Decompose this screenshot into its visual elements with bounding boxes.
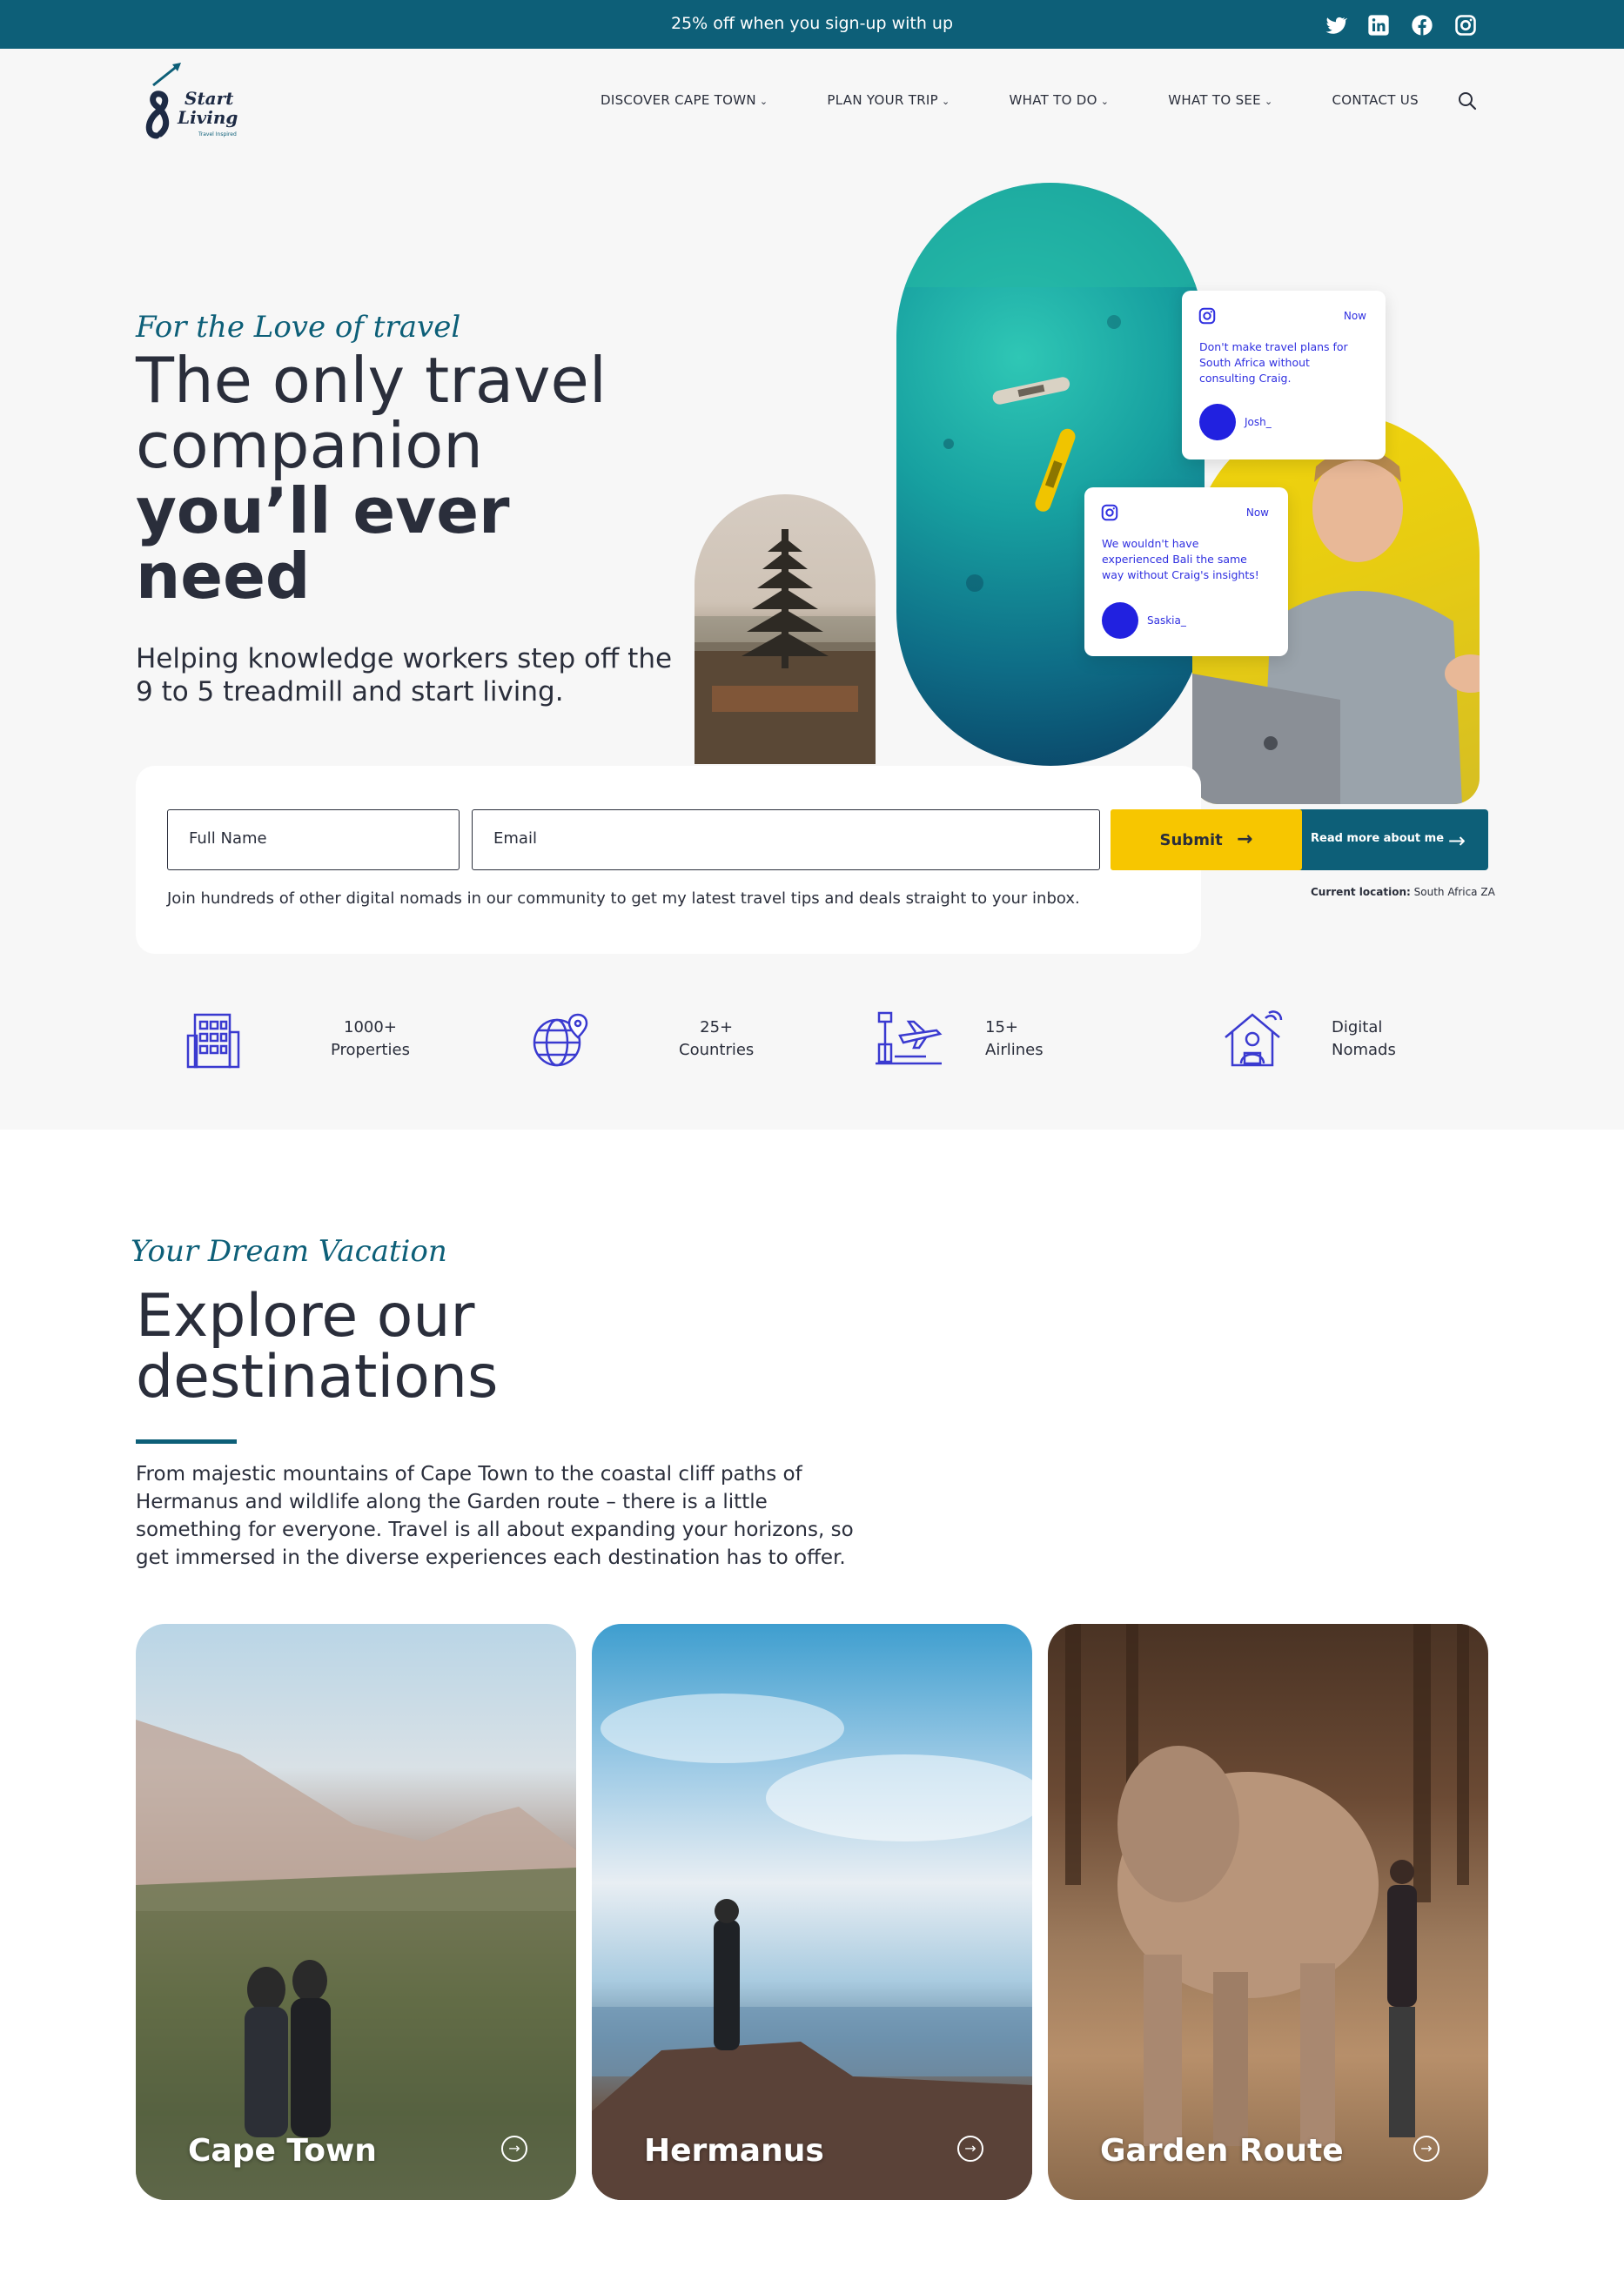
arrow-right-icon: → [1447,828,1466,853]
arrow-circle-right-icon[interactable]: → [1413,2136,1439,2162]
hero-eyebrow: For the Love of travel [136,310,461,345]
building-icon [183,1009,244,1070]
hero-title: The only travel companion you’ll ever ne… [136,348,693,609]
stat-value: 25+ [700,1018,734,1036]
signup-note: Join hundreds of other digital nomads in… [167,889,1080,908]
stat-properties: 1000+ Properties [331,1016,410,1062]
site-header: Start Living Travel Inspired DISCOVER CA… [0,49,1624,155]
location-label: Current location: [1311,886,1411,898]
nav-contact-us[interactable]: CONTACT US [1332,92,1418,108]
stat-label: Airlines [985,1041,1044,1059]
promo-bar: 25% off when you sign-up with up [0,0,1624,49]
card-handle: Josh_ [1245,416,1272,428]
stat-value: Digital [1332,1018,1383,1036]
twitter-icon[interactable] [1323,13,1347,37]
nav-label: DISCOVER CAPE TOWN [601,92,756,108]
full-name-input[interactable]: Full Name [167,809,460,870]
airport-icon [874,1009,943,1070]
instagram-icon [1100,503,1119,522]
instagram-icon [1198,306,1217,325]
destinations-description: From majestic mountains of Cape Town to … [136,1463,854,1569]
nav-what-to-do[interactable]: WHAT TO DO ⌄ [1010,92,1110,108]
ocean-aerial-image [896,183,1205,766]
linkedin-icon[interactable] [1366,13,1391,37]
logo-text-living: Living [177,107,238,128]
destination-name: Cape Town [188,2133,377,2169]
nav-label: WHAT TO DO [1009,92,1097,108]
hero-section: For the Love of travel The only travel c… [0,155,1624,1130]
cape-town-photo [136,1720,576,2200]
search-icon[interactable] [1457,91,1478,111]
arrow-circle-right-icon[interactable]: → [501,2136,527,2162]
chevron-down-icon: ⌄ [1264,96,1273,107]
nav-label: WHAT TO SEE [1168,92,1261,108]
avatar [1102,602,1138,639]
hero-title-line: The only travel [136,344,607,417]
email-input[interactable]: Email [472,809,1100,870]
destinations-title-line: Explore our [136,1282,475,1351]
nav-label: CONTACT US [1332,92,1419,108]
card-message: We wouldn't have experienced Bali the sa… [1102,537,1259,581]
stat-label: Properties [331,1041,410,1059]
pagoda-image [695,494,876,764]
stat-label: Countries [679,1041,755,1059]
card-time: Now [1343,310,1366,322]
social-links [1323,13,1478,37]
main-nav: DISCOVER CAPE TOWN ⌄ PLAN YOUR TRIP ⌄ WHAT… [601,92,1478,108]
logo-text-start: Start [185,88,234,109]
hero-title-line: companion [136,409,483,482]
garden-route-photo [1065,1624,1469,2146]
stat-digital-nomads: Digital Nomads [1332,1016,1396,1062]
stat-label: Nomads [1332,1041,1396,1059]
destinations-title-line: destinations [136,1343,499,1412]
destination-name: Hermanus [644,2133,824,2169]
destination-card-cape-town[interactable]: Cape Town → [136,1624,576,2200]
submit-button[interactable]: Submit → [1111,809,1302,870]
site-logo[interactable]: Start Living Travel Inspired [136,63,249,143]
card-time: Now [1245,506,1269,519]
hero-title-bold: you’ll ever [136,474,510,547]
hermanus-photo [592,1694,1032,2200]
hero-subtitle: Helping knowledge workers step off the 9… [136,643,673,708]
destinations-eyebrow: Your Dream Vacation [131,1234,447,1269]
logo-tagline: Travel Inspired [198,131,237,138]
hero-title-bold: need [136,540,311,613]
instagram-icon[interactable] [1453,13,1478,37]
testimonial-card: Now We wouldn't have experienced Bali th… [1084,487,1288,656]
destinations-title: Explore our destinations [136,1286,498,1408]
destination-card-garden-route[interactable]: Garden Route → [1048,1624,1488,2200]
nav-label: PLAN YOUR TRIP [827,92,938,108]
card-handle: Saskia_ [1147,614,1186,627]
nav-plan-your-trip[interactable]: PLAN YOUR TRIP ⌄ [827,92,950,108]
signup-form: Full Name Email Submit → Join hundreds o… [136,766,1302,954]
avatar [1199,404,1236,440]
facebook-icon[interactable] [1410,13,1434,37]
nav-discover-cape-town[interactable]: DISCOVER CAPE TOWN ⌄ [601,92,768,108]
arrow-right-icon: → [1237,828,1253,850]
globe-pin-icon [529,1009,590,1070]
chevron-down-icon: ⌄ [759,96,768,107]
stat-countries: 25+ Countries [679,1016,754,1062]
stat-value: 1000+ [344,1018,397,1036]
nav-what-to-see[interactable]: WHAT TO SEE ⌄ [1168,92,1272,108]
read-more-label: Read more about me [1311,832,1445,845]
destination-name: Garden Route [1100,2133,1344,2169]
chevron-down-icon: ⌄ [942,96,950,107]
testimonial-card: Now Don't make travel plans for South Af… [1182,291,1386,459]
current-location: Current location: South Africa ZA [1311,886,1495,898]
destination-card-hermanus[interactable]: Hermanus → [592,1624,1032,2200]
location-value: South Africa ZA [1413,886,1495,898]
arrow-circle-right-icon[interactable]: → [957,2136,983,2162]
card-message: Don't make travel plans for South Africa… [1199,340,1348,385]
chevron-down-icon: ⌄ [1100,96,1110,107]
stat-airlines: 15+ Airlines [985,1016,1044,1062]
submit-label: Submit [1159,831,1223,849]
nomad-house-icon [1222,1009,1283,1070]
title-divider [136,1439,237,1444]
read-more-button[interactable]: Read more about me → [1288,809,1488,870]
stat-value: 15+ [985,1018,1018,1036]
